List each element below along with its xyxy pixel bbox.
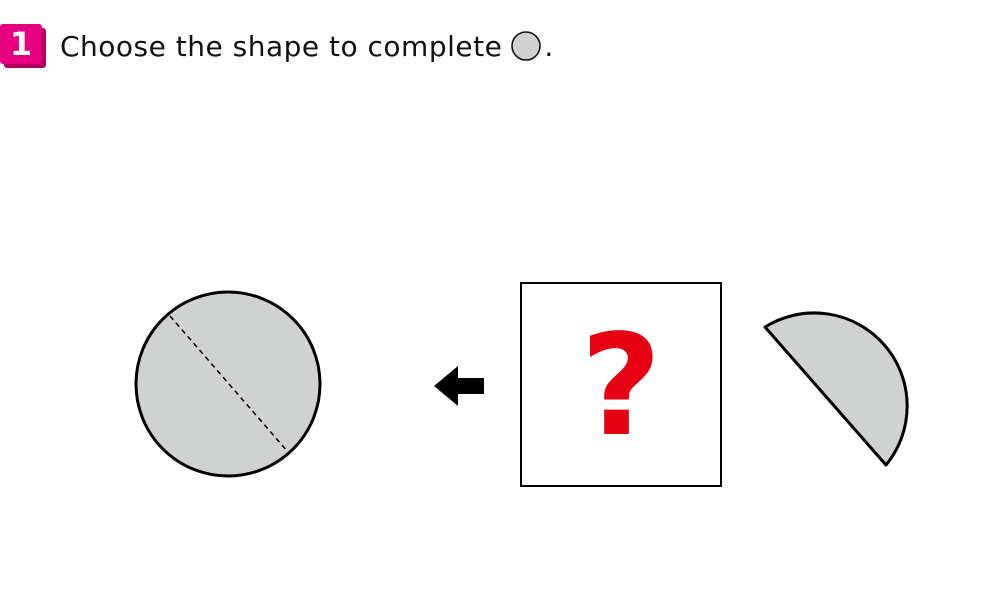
complete-circle-shape <box>134 290 322 478</box>
missing-shape-box: ? <box>520 282 722 487</box>
question-mark: ? <box>580 304 662 468</box>
arrow-left-icon <box>434 366 484 406</box>
half-circle-shape <box>763 311 909 467</box>
puzzle-stage <box>134 290 909 478</box>
